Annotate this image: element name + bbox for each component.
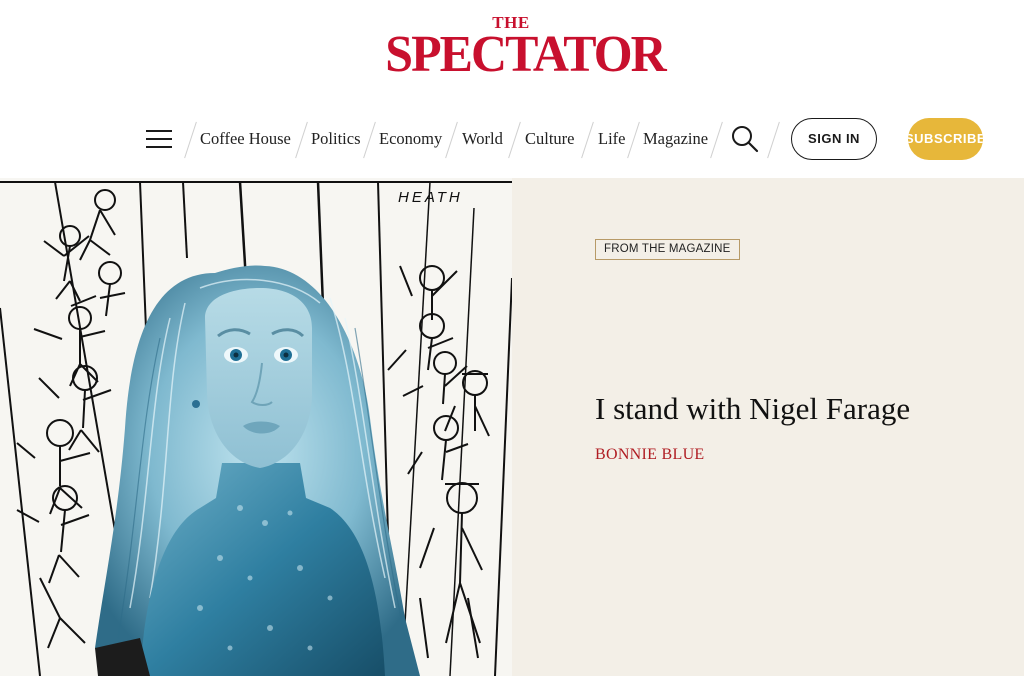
nav-link-life[interactable]: Life [598,129,625,149]
nav-link-culture[interactable]: Culture [525,129,575,149]
main-nav: Coffee House Politics Economy World Cult… [0,112,1024,166]
nav-link-magazine[interactable]: Magazine [643,129,708,149]
nav-divider [710,121,723,159]
article-headline[interactable]: I stand with Nigel Farage [595,390,1015,428]
logo-name: SPECTATOR [385,26,666,83]
nav-link-world[interactable]: World [462,129,503,149]
hero-illustration[interactable]: HEATH [0,178,512,676]
collage-illustration: HEATH [0,181,512,676]
magazine-badge[interactable]: FROM THE MAGAZINE [595,239,740,260]
article-author[interactable]: BONNIE BLUE [595,446,705,464]
nav-divider [581,121,594,159]
nav-divider [295,121,308,159]
nav-link-coffee-house[interactable]: Coffee House [200,129,291,149]
sign-in-button[interactable]: SIGN IN [791,118,877,160]
nav-divider [767,121,780,159]
nav-link-politics[interactable]: Politics [311,129,361,149]
subscribe-label: SUBSCRIBE [908,131,983,146]
svg-text:HEATH: HEATH [398,189,463,206]
article-panel: FROM THE MAGAZINE I stand with Nigel Far… [512,178,1024,676]
page: THE SPECTATOR Coffee House Politics Econ… [0,0,1024,676]
subscribe-button[interactable]: SUBSCRIBE [908,118,983,160]
nav-divider [508,121,521,159]
nav-divider [627,121,640,159]
nav-divider [445,121,458,159]
nav-divider [184,121,197,159]
hamburger-menu-icon[interactable] [146,128,172,150]
site-logo[interactable]: THE SPECTATOR [380,14,666,83]
search-icon[interactable] [730,124,760,154]
nav-link-economy[interactable]: Economy [379,129,442,149]
nav-divider [363,121,376,159]
